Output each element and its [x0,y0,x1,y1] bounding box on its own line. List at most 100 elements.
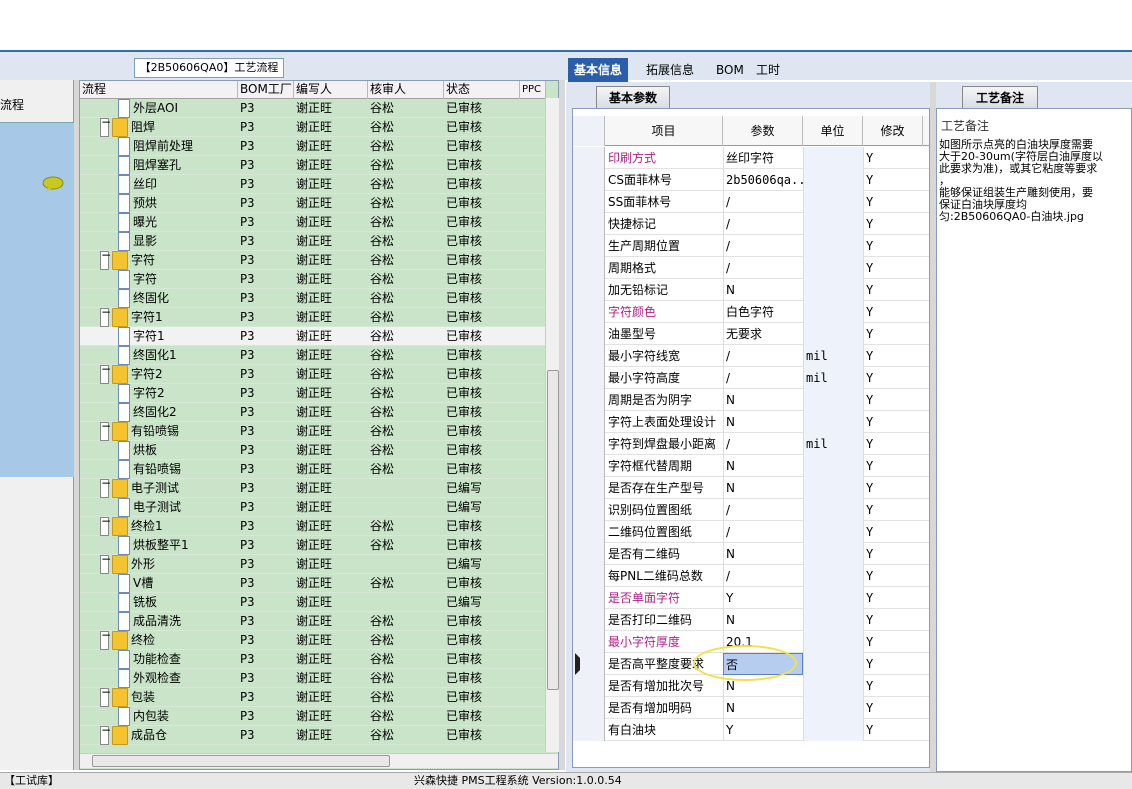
param-row[interactable]: 二维码位置图纸 / Y [573,521,929,543]
collapse-icon[interactable]: − [100,629,111,650]
tree-row[interactable]: − 包装 P3 谢正旺 谷松 已审核 [80,686,546,707]
param-value-cell[interactable]: N [723,697,803,719]
collapse-icon[interactable]: − [100,306,111,327]
param-value-cell[interactable]: / [723,367,803,389]
row-header-cell[interactable] [573,521,605,543]
row-header-cell[interactable] [573,147,605,169]
tree-row[interactable]: − 有铅喷锡 P3 谢正旺 谷松 已审核 [80,420,546,441]
tree-node[interactable]: − 包装 [100,686,155,707]
param-row[interactable]: 印刷方式 丝印字符 Y [573,147,929,169]
param-row[interactable]: 每PNL二维码总数 / Y [573,565,929,587]
tree-row[interactable]: 内包装 P3 谢正旺 谷松 已审核 [80,707,546,726]
tab-1[interactable]: 拓展信息 [640,58,700,82]
tree-node[interactable]: − 外形 [100,553,155,574]
param-row[interactable]: 是否单面字符 Y Y [573,587,929,609]
param-row[interactable]: 是否存在生产型号 N Y [573,477,929,499]
param-row[interactable]: CS面菲林号 2b50606qa... Y [573,169,929,191]
param-value-cell[interactable]: N [723,455,803,477]
tree-node[interactable]: 阻焊前处理 [118,137,193,156]
tree-hscroll-thumb[interactable] [92,755,390,767]
col-header-ppc[interactable]: PPC [520,81,546,99]
param-value-cell[interactable]: / [723,565,803,587]
tab-process-note[interactable]: 工艺备注 [962,86,1038,108]
col-header-status[interactable]: 状态 [444,81,520,99]
tree-node[interactable]: − 阻焊 [100,116,155,137]
param-value-cell[interactable]: / [723,521,803,543]
row-header-cell[interactable] [573,301,605,323]
param-row[interactable]: 有白油块 Y Y [573,719,929,741]
row-header-cell[interactable] [573,477,605,499]
param-row[interactable]: SS面菲林号 / Y [573,191,929,213]
col-header-flow[interactable]: 流程 [80,81,238,99]
tree-row[interactable]: 外观检查 P3 谢正旺 谷松 已审核 [80,669,546,688]
collapse-icon[interactable]: − [100,553,111,574]
collapse-icon[interactable]: − [100,363,111,384]
param-row[interactable]: 周期格式 / Y [573,257,929,279]
row-header-cell[interactable] [573,653,605,675]
tab-2[interactable]: BOM [710,58,750,82]
tree-row[interactable]: 终固化1 P3 谢正旺 谷松 已审核 [80,346,546,365]
tree-node[interactable]: 字符1 [118,327,165,346]
row-header-cell[interactable] [573,675,605,697]
col-header-bom[interactable]: BOM工厂 [238,81,294,99]
tree-row[interactable]: 显影 P3 谢正旺 谷松 已审核 [80,232,546,251]
tree-row[interactable]: 烘板 P3 谢正旺 谷松 已审核 [80,441,546,460]
tree-row[interactable]: 预烘 P3 谢正旺 谷松 已审核 [80,194,546,213]
note-textarea[interactable]: 如图所示点亮的白油块厚度需要 大于20-30um(字符层白油厚度以 此要求为准)… [939,139,1131,223]
param-row[interactable]: 加无铅标记 N Y [573,279,929,301]
col-header-writer[interactable]: 编写人 [294,81,368,99]
row-header-cell[interactable] [573,345,605,367]
param-value-cell[interactable]: 白色字符 [723,301,803,323]
tree-node[interactable]: 有铅喷锡 [118,460,181,479]
param-value-cell[interactable]: / [723,499,803,521]
tree-row[interactable]: − 字符1 P3 谢正旺 谷松 已审核 [80,306,546,327]
param-row[interactable]: 是否打印二维码 N Y [573,609,929,631]
tree-node[interactable]: 铣板 [118,593,157,612]
param-value-cell[interactable]: 2b50606qa... [723,169,803,191]
tree-row[interactable]: V槽 P3 谢正旺 谷松 已审核 [80,574,546,593]
tree-node[interactable]: − 成品仓 [100,724,167,745]
tree-node[interactable]: 字符 [118,270,157,289]
tab-3[interactable]: 工时 [750,58,786,82]
tree-node[interactable]: 丝印 [118,175,157,194]
tree-row[interactable]: 字符2 P3 谢正旺 谷松 已审核 [80,384,546,403]
tree-node[interactable]: − 电子测试 [100,477,179,498]
tree-node[interactable]: − 字符 [100,249,155,270]
param-value-cell[interactable]: N [723,477,803,499]
param-value-cell[interactable]: N [723,411,803,433]
param-row[interactable]: 字符到焊盘最小距离 / mil Y [573,433,929,455]
param-row[interactable]: 油墨型号 无要求 Y [573,323,929,345]
tree-row[interactable]: 铣板 P3 谢正旺 已编写 [80,593,546,612]
tree-node[interactable]: 成品清洗 [118,612,181,631]
param-row[interactable]: 是否有增加明码 N Y [573,697,929,719]
tree-node[interactable]: 预烘 [118,194,157,213]
tree-node[interactable]: − 终检 [100,629,155,650]
tree-row[interactable]: − 字符2 P3 谢正旺 谷松 已审核 [80,363,546,384]
tree-row[interactable]: 曝光 P3 谢正旺 谷松 已审核 [80,213,546,232]
tree-node[interactable]: − 终检1 [100,515,163,536]
tree-vscroll-thumb[interactable] [547,370,559,690]
tree-row[interactable]: 外层AOI P3 谢正旺 谷松 已审核 [80,99,546,118]
tree-node[interactable]: − 字符1 [100,306,163,327]
row-header-cell[interactable] [573,213,605,235]
tree-node[interactable]: 烘板整平1 [118,536,189,555]
collapse-icon[interactable]: − [100,477,111,498]
param-row[interactable]: 字符上表面处理设计 N Y [573,411,929,433]
param-value-cell[interactable]: N [723,279,803,301]
tree-node[interactable]: 电子测试 [118,498,181,517]
tree-node[interactable]: 终固化 [118,289,169,308]
tree-node[interactable]: 外层AOI [118,99,178,118]
collapse-icon[interactable]: − [100,420,111,441]
tree-row[interactable]: 终固化 P3 谢正旺 谷松 已审核 [80,289,546,308]
param-value-cell[interactable]: N [723,609,803,631]
tree-row[interactable]: 电子测试 P3 谢正旺 已编写 [80,498,546,517]
param-row[interactable]: 快捷标记 / Y [573,213,929,235]
tree-row[interactable]: 终固化2 P3 谢正旺 谷松 已审核 [80,403,546,422]
param-col-unit[interactable]: 单位 [803,116,863,146]
row-header-cell[interactable] [573,257,605,279]
col-header-reviewer[interactable]: 核审人 [368,81,444,99]
row-header-cell[interactable] [573,455,605,477]
param-value-cell[interactable]: / [723,433,803,455]
tree-node[interactable]: 终固化1 [118,346,177,365]
row-header-cell[interactable] [573,543,605,565]
